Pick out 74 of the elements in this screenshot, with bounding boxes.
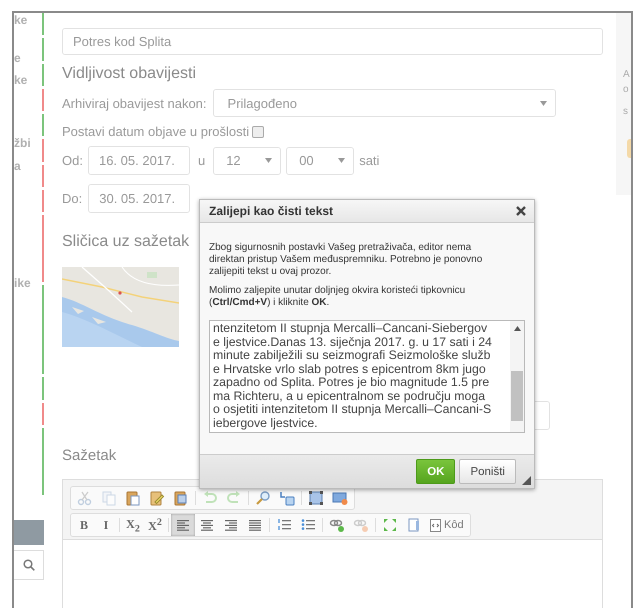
- title-field[interactable]: Potres kod Splita: [62, 28, 603, 55]
- paste-textarea[interactable]: [209, 320, 525, 433]
- checkbox[interactable]: [252, 126, 264, 138]
- text-line: iebergove ljestvice.: [213, 416, 319, 430]
- ok-button[interactable]: OK: [416, 459, 456, 484]
- text-line: e Hrvatske vrlo slab potres s epicentrom 8km jugo: [213, 362, 487, 376]
- maximize-icon: [382, 517, 398, 534]
- field-label: sati: [359, 153, 380, 168]
- align-center-icon: [199, 517, 215, 534]
- cancel-button[interactable]: Poništi: [459, 459, 516, 484]
- caret-icon: [265, 158, 272, 164]
- sidebar-item[interactable]: e: [14, 51, 42, 65]
- rich-text-editor[interactable]: B I X$_{2}$ X$^{2}$ Kôd: [62, 479, 603, 608]
- section-heading: Vidljivost obavijesti: [62, 64, 196, 84]
- date-field[interactable]: 16. 05. 2017.: [88, 146, 190, 176]
- sidebar-item[interactable]: ke: [14, 13, 42, 27]
- replace-icon: [279, 490, 295, 506]
- field-label: u: [198, 153, 206, 168]
- dialog-title: Zalijepi kao čisti tekst: [209, 204, 334, 218]
- minute-select[interactable]: 00: [286, 146, 354, 175]
- resize-grip-icon[interactable]: [522, 476, 531, 485]
- field-label: Do:: [62, 191, 82, 206]
- panel-text: A: [622, 68, 631, 82]
- caret-icon: [338, 158, 346, 164]
- link-icon: [329, 517, 345, 534]
- clipboard-pencil-icon: [149, 490, 165, 506]
- source-code-icon: [430, 518, 441, 532]
- caret-icon: [540, 100, 547, 106]
- text-line: e ljestvice.Danas 13. siječnja 2017. g. u 17 sati i 24: [213, 336, 493, 349]
- date-field[interactable]: 30. 05. 2017.: [88, 184, 190, 214]
- select-all-icon: [308, 490, 324, 506]
- field-label: Od:: [62, 153, 83, 168]
- format-button[interactable]: X$_{2}$: [122, 515, 144, 536]
- field-label: Postavi datum objave u prošlosti: [62, 124, 250, 140]
- hour-select[interactable]: 12: [213, 146, 282, 175]
- unlink-icon: [353, 517, 369, 534]
- section-heading: Sažetak: [62, 447, 116, 466]
- panel-text: s: [622, 105, 629, 119]
- align-right-icon: [223, 517, 239, 534]
- format-button[interactable]: X$^{2}$: [144, 515, 166, 536]
- toolbar-button[interactable]: Kôd: [426, 515, 468, 536]
- field-label: Arhiviraj obavijest nakon:: [62, 96, 207, 111]
- text-line: o osjetiti intenzitetom II stupnja Mercalli–Cancani-S: [213, 403, 492, 416]
- format-button[interactable]: B: [73, 515, 95, 536]
- align-left-icon: [175, 517, 191, 534]
- text-line: ma Richteru, a u epicentralnom se području moga: [213, 390, 486, 403]
- search-button[interactable]: [14, 550, 44, 580]
- toolbar-button[interactable]: [171, 514, 195, 536]
- scroll-up-arrow-icon[interactable]: [514, 326, 520, 331]
- archive-select[interactable]: Prilagođeno: [212, 89, 556, 118]
- dialog-message: Zbog sigurnosnih postavki Vašeg pretraživača, editor nema direktan pristup Vašem međuspremniku. Potrebno je ponovno zalijepiti tekst u ovaj prozor.: [209, 242, 484, 278]
- scissors-icon: [77, 490, 93, 506]
- text-line: minute zabilježili su seizmografi Seizmološke služb: [213, 349, 492, 362]
- section-heading: Sličica uz sažetak: [62, 232, 190, 252]
- clipboard-icon: [125, 490, 141, 506]
- clipboard-document-icon: [173, 490, 189, 506]
- sidebar-bar: [14, 520, 44, 545]
- text-line: ntenzitetom II stupnja Mercalli–Cancani-Siebergov: [213, 322, 488, 336]
- panel-text: o: [622, 83, 630, 97]
- sidebar-item[interactable]: žbi: [14, 136, 42, 150]
- justify-icon: [247, 517, 263, 534]
- sidebar-item[interactable]: a: [14, 159, 42, 173]
- show-blocks-icon: [406, 517, 422, 534]
- sidebar-item[interactable]: ke: [14, 73, 42, 87]
- format-button[interactable]: I: [95, 515, 117, 536]
- search-icon: [255, 490, 271, 506]
- dialog-message: Molimo zaljepite unutar doljnjeg okvira koristeći tipkovnicu (Ctrl/Cmd+V) i kliknite OK.: [209, 285, 466, 309]
- media-icon: [332, 490, 348, 506]
- scrollbar-thumb[interactable]: [511, 371, 523, 421]
- text-line: zapadno od Splita. Potres je bio magnitude 1.5 pre: [213, 376, 490, 390]
- close-icon[interactable]: [516, 206, 526, 216]
- copy-icon: [101, 490, 117, 506]
- sidebar-item[interactable]: ike: [14, 276, 42, 290]
- search-icon: [22, 559, 34, 571]
